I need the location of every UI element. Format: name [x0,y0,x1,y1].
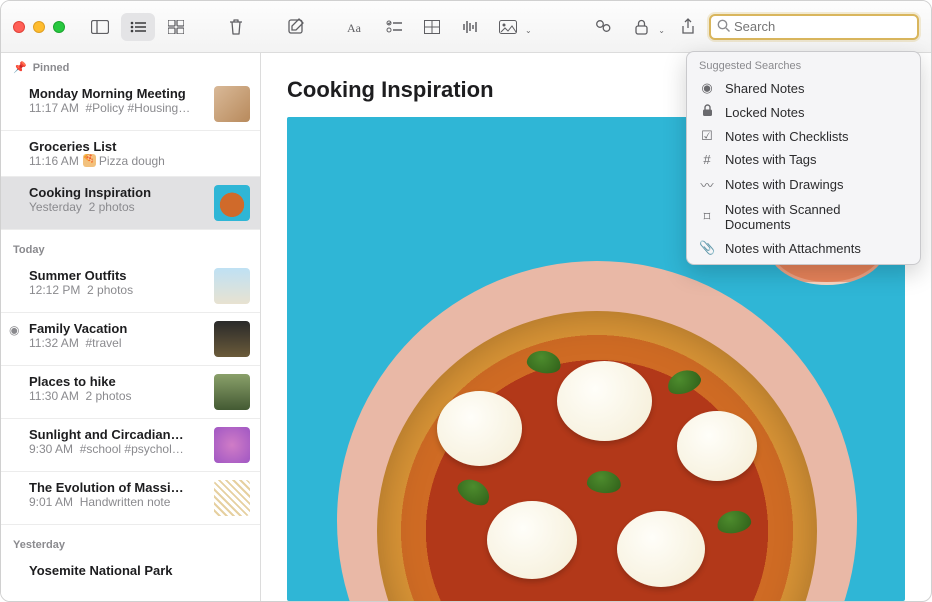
today-section-header: Today [1,230,260,260]
gallery-view-button[interactable] [159,13,193,41]
checklist-button[interactable] [377,13,411,41]
suggestion-label: Notes with Attachments [725,241,861,256]
suggestion-label: Locked Notes [725,105,805,120]
zoom-window-button[interactable] [53,21,65,33]
lock-icon [699,104,715,120]
note-meta: 9:30 AM #school #psychol… [29,442,206,456]
note-meta: 11:30 AM 2 photos [29,389,206,403]
suggestion-tags[interactable]: # Notes with Tags [687,148,920,171]
note-row-monday-meeting[interactable]: Monday Morning Meeting 11:17 AM #Policy … [1,78,260,131]
section-label: Pinned [33,62,70,74]
tag-icon: # [699,152,715,167]
note-meta: 11:32 AM #travel [29,336,206,350]
notes-window: Aa ⌄ ⌄ [0,0,932,602]
person-circle-icon: ◉ [699,80,715,96]
toggle-sidebar-button[interactable] [83,13,117,41]
suggestion-shared-notes[interactable]: ◉ Shared Notes [687,76,920,100]
link-note-button[interactable] [586,13,620,41]
checklist-icon: ☑ [699,128,715,144]
suggestion-label: Notes with Checklists [725,129,849,144]
yesterday-section-header: Yesterday [1,525,260,555]
share-button[interactable] [671,13,705,41]
note-row-groceries[interactable]: Groceries List 11:16 AMPizza dough [1,131,260,177]
suggestion-label: Notes with Drawings [725,177,844,192]
suggested-searches-popover: Suggested Searches ◉ Shared Notes Locked… [686,51,921,265]
note-thumbnail [214,321,250,357]
attachment-icon: 📎 [699,240,715,256]
suggestion-label: Notes with Tags [725,152,817,167]
note-row-places-to-hike[interactable]: Places to hike 11:30 AM 2 photos [1,366,260,419]
scan-icon: ⌑ [699,209,715,225]
suggestion-label: Shared Notes [725,81,805,96]
note-row-evolution-massive[interactable]: The Evolution of Massi… 9:01 AM Handwrit… [1,472,260,525]
note-row-family-vacation[interactable]: ◉ Family Vacation 11:32 AM #travel [1,313,260,366]
note-meta: Yesterday 2 photos [29,200,206,214]
note-thumbnail [214,185,250,221]
media-dropdown-chevron-icon[interactable]: ⌄ [525,18,532,35]
svg-text:Aa: Aa [347,21,362,34]
note-title: Groceries List [29,139,250,154]
list-view-button[interactable] [121,13,155,41]
note-title: Summer Outfits [29,268,206,283]
shared-badge-icon: ◉ [9,323,19,337]
lock-note-button[interactable] [624,13,658,41]
note-title: The Evolution of Massi… [29,480,206,495]
search-field[interactable] [709,14,919,40]
note-row-yosemite[interactable]: Yosemite National Park [1,555,260,586]
section-label: Yesterday [13,539,65,551]
note-row-summer-outfits[interactable]: Summer Outfits 12:12 PM 2 photos [1,260,260,313]
note-thumbnail [214,268,250,304]
pin-icon: 📌 [13,61,27,74]
minimize-window-button[interactable] [33,21,45,33]
note-row-cooking-inspiration[interactable]: Cooking Inspiration Yesterday 2 photos [1,177,260,230]
note-thumbnail [214,86,250,122]
delete-note-button[interactable] [219,13,253,41]
search-icon [717,19,730,35]
media-button[interactable] [491,13,525,41]
drawing-icon: 〰 [699,175,715,194]
suggestion-drawings[interactable]: 〰 Notes with Drawings [687,171,920,198]
note-meta: 11:16 AMPizza dough [29,154,250,168]
format-text-button[interactable]: Aa [339,13,373,41]
note-thumbnail [214,427,250,463]
notes-list-sidebar[interactable]: 📌 Pinned Monday Morning Meeting 11:17 AM… [1,53,261,601]
pizza-emoji-icon [83,154,96,167]
note-title: Sunlight and Circadian… [29,427,206,442]
close-window-button[interactable] [13,21,25,33]
note-meta: 9:01 AM Handwritten note [29,495,206,509]
note-row-sunlight-circadian[interactable]: Sunlight and Circadian… 9:30 AM #school … [1,419,260,472]
suggestion-label: Notes with Scanned Documents [725,202,908,232]
suggestion-attachments[interactable]: 📎 Notes with Attachments [687,236,920,260]
note-title: Cooking Inspiration [29,185,206,200]
window-controls [13,21,65,33]
section-label: Today [13,244,45,256]
suggested-header: Suggested Searches [687,58,920,76]
audio-button[interactable] [453,13,487,41]
note-title: Places to hike [29,374,206,389]
note-title: Family Vacation [29,321,206,336]
note-title: Monday Morning Meeting [29,86,206,101]
toolbar: Aa ⌄ ⌄ [1,1,931,53]
suggestion-locked-notes[interactable]: Locked Notes [687,100,920,124]
note-thumbnail [214,480,250,516]
search-input[interactable] [734,19,911,34]
new-note-button[interactable] [279,13,313,41]
note-meta: 12:12 PM 2 photos [29,283,206,297]
suggestion-scanned[interactable]: ⌑ Notes with Scanned Documents [687,198,920,236]
note-thumbnail [214,374,250,410]
table-button[interactable] [415,13,449,41]
note-meta: 11:17 AM #Policy #Housing… [29,101,206,115]
suggestion-checklists[interactable]: ☑ Notes with Checklists [687,124,920,148]
note-title: Yosemite National Park [29,563,250,578]
lock-dropdown-chevron-icon[interactable]: ⌄ [658,18,665,35]
pinned-section-header: 📌 Pinned [1,53,260,78]
